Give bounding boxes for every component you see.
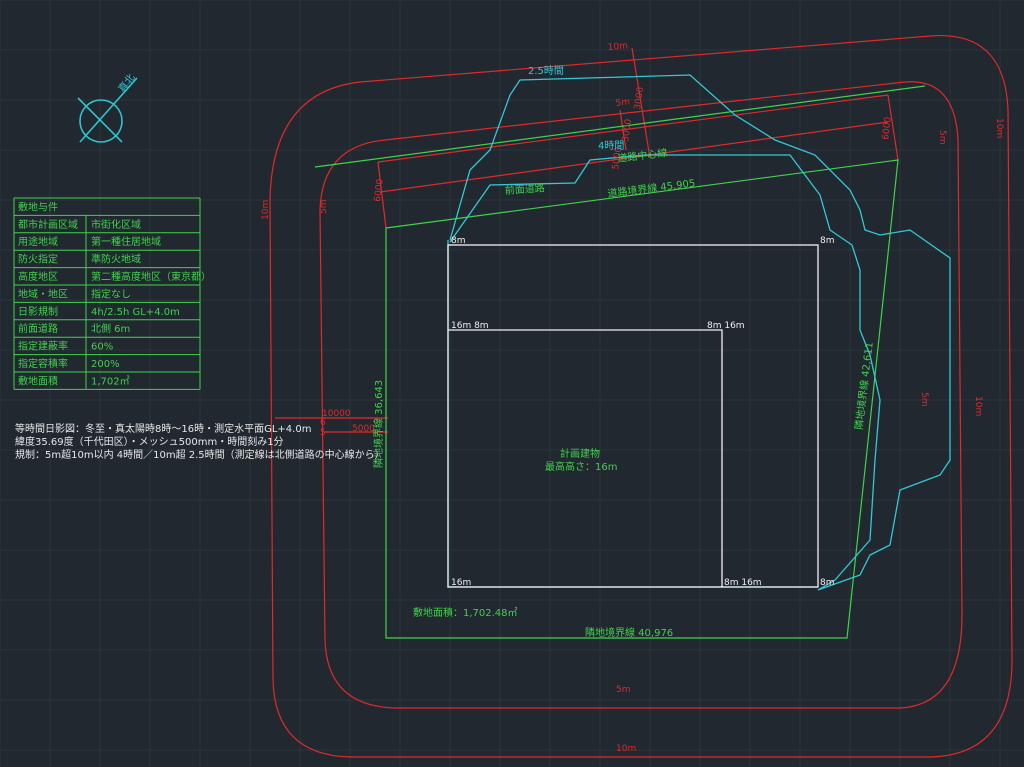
height-tr: 8m bbox=[820, 236, 835, 246]
label-5m-road: 5m bbox=[615, 97, 631, 109]
height-br: 8m bbox=[820, 578, 835, 588]
label-dim-5: 5 bbox=[320, 428, 326, 438]
height-inner-r: 8m 16m bbox=[707, 321, 745, 331]
height-tl: 8m bbox=[451, 236, 466, 246]
label-5m-left: 5m bbox=[319, 200, 329, 215]
table-value: 200% bbox=[91, 359, 120, 370]
height-bl: 16m bbox=[451, 578, 471, 588]
table-value: 第一種住居地域 bbox=[91, 235, 161, 248]
table-key: 高度地区 bbox=[18, 270, 58, 283]
table-value: 4h/2.5h GL+4.0m bbox=[91, 307, 180, 318]
label-10m-right: 10m bbox=[973, 396, 983, 416]
table-value: 1,702㎡ bbox=[91, 375, 130, 387]
label-building-height: 最高高さ：16m bbox=[545, 460, 617, 473]
table-value: 第二種高度地区（東京都） bbox=[91, 270, 211, 283]
table-key: 敷地面積 bbox=[18, 374, 58, 387]
label-building-name: 計画建物 bbox=[560, 447, 600, 460]
label-bottom-boundary: 隣地境界線 40,976 bbox=[585, 626, 673, 639]
table-key: 地域・地区 bbox=[18, 287, 68, 300]
label-dim-10000: 10000 bbox=[322, 409, 351, 419]
table-key: 都市計画区域 bbox=[18, 218, 78, 231]
table-key: 防火指定 bbox=[18, 253, 58, 266]
note-line-1: 等時間日影図：冬至・真太陽時8時～16時・測定水平面GL+4.0m bbox=[15, 422, 311, 435]
label-5m-bottom: 5m bbox=[616, 685, 631, 695]
label-10m-top: 10m bbox=[607, 41, 628, 53]
label-10m-right-top: 10m bbox=[994, 118, 1004, 138]
height-inner-l: 16m 8m bbox=[451, 321, 489, 331]
table-key: 指定容積率 bbox=[18, 357, 68, 370]
label-10m-left: 10m bbox=[261, 200, 271, 220]
label-2-5h: 2.5時間 bbox=[528, 65, 564, 77]
label-left-boundary: 隣地境界線 36,643 bbox=[372, 380, 385, 468]
table-key: 前面道路 bbox=[18, 322, 58, 335]
note-line-2: 緯度35.69度（千代田区）・メッシュ500mm・時間刻み1分 bbox=[15, 435, 284, 448]
table-key: 日影規制 bbox=[18, 305, 58, 318]
table-key: 用途地域 bbox=[18, 235, 58, 248]
table-title: 敷地与件 bbox=[18, 200, 58, 213]
label-dim-5000: 5000 bbox=[352, 424, 375, 434]
table-value: 準防火地域 bbox=[91, 253, 141, 266]
table-value: 60% bbox=[91, 342, 113, 353]
label-5m-right: 5m bbox=[919, 392, 929, 407]
label-10m-bottom: 10m bbox=[616, 744, 636, 754]
label-site-area: 敷地面積：1,702.48㎡ bbox=[413, 606, 518, 619]
label-5m-right-top: 5m bbox=[937, 130, 947, 145]
label-dim-6: 6 bbox=[320, 418, 326, 428]
height-bm: 8m 16m bbox=[724, 578, 762, 588]
note-line-3: 規制：5m超10m以内 4時間／10m超 2.5時間（測定線は北側道路の中心線か… bbox=[15, 448, 385, 461]
site-plan-drawing: 真北 敷地与件都市計画区域 市街化区域用途地域 第一種住居地域防火指定 準防火地域高度… bbox=[0, 0, 1024, 767]
table-value: 指定なし bbox=[91, 287, 131, 300]
table-key: 指定建蔽率 bbox=[18, 340, 68, 353]
table-value: 市街化区域 bbox=[91, 218, 141, 231]
table-value: 北側 6m bbox=[91, 322, 130, 335]
label-4h: 4時間 bbox=[598, 140, 624, 152]
